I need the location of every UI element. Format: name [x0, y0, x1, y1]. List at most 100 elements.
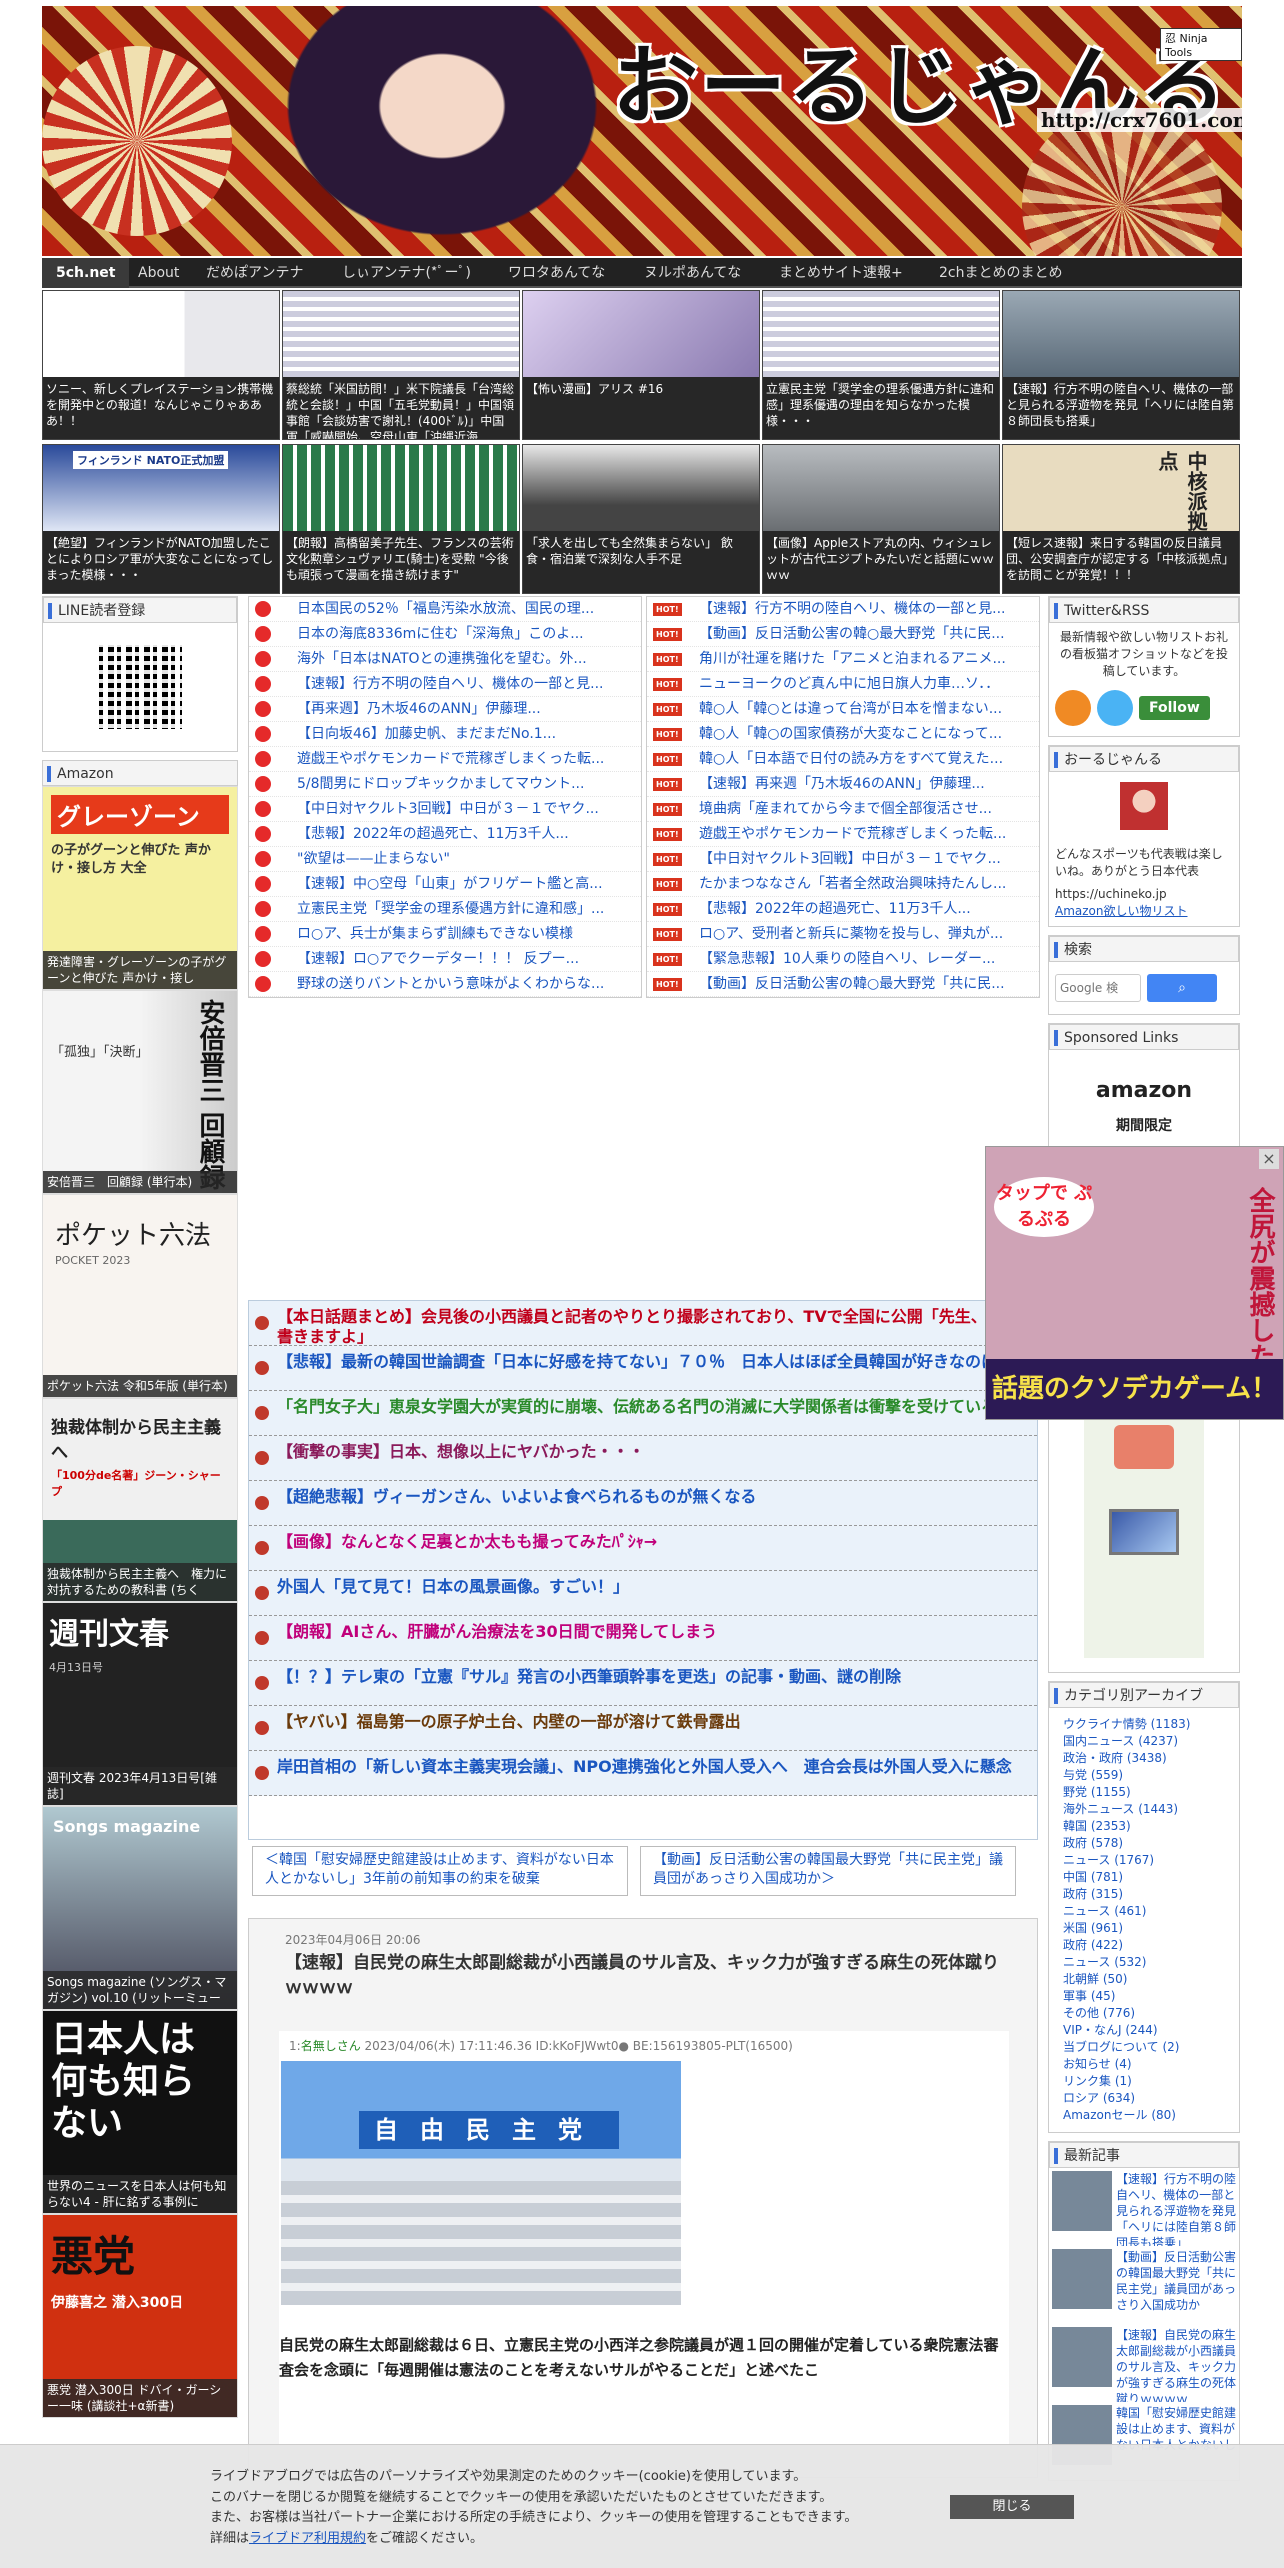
- wishlist-link[interactable]: Amazon欲しい物リスト: [1049, 903, 1239, 926]
- feature-tile[interactable]: 蔡総統「米国訪問！」米下院議長「台湾総統と会談！」中国「五毛党動員！」中国領事館…: [282, 290, 520, 440]
- category-link[interactable]: ニュース (532): [1049, 1954, 1239, 1971]
- feature-tile[interactable]: 「求人を出しても全然集まらない」 飲食・宿泊業で深刻な人手不足: [522, 444, 760, 594]
- amazon-book[interactable]: 悪党 伊藤喜之 潜入300日 悪党 潜入300日 ドバイ・ガーシー一味 (講談社+α…: [42, 2214, 238, 2418]
- antenna-link[interactable]: 野球の送りバントとかいう意味がよくわからな...: [249, 972, 641, 997]
- recent-article-title[interactable]: 【動画】反日活動公害の韓国最大野党「共に民主党」議員団があっさり入国成功か: [1116, 2249, 1236, 2321]
- category-link[interactable]: ロシア (634): [1049, 2090, 1239, 2107]
- headline-link[interactable]: 【衝撃の事実】日本、想像以上にヤバかった・・・: [249, 1436, 1037, 1481]
- category-link[interactable]: 韓国 (2353): [1049, 1818, 1239, 1835]
- feature-tile[interactable]: 中核派拠点 【短レス速報】来日する韓国の反日議員団、公安調査庁が認定する「中核派拠…: [1002, 444, 1240, 594]
- follow-button[interactable]: Follow: [1139, 696, 1210, 720]
- headline-link[interactable]: 【悲報】最新の韓国世論調査「日本に好感を持てない」７０％ 日本人はほぼ全員韓国が…: [249, 1346, 1037, 1391]
- nav-item[interactable]: しぃアンテナ(*ﾟーﾟ): [342, 258, 471, 288]
- antenna-link[interactable]: 【速報】行方不明の陸自ヘリ、機体の一部と見...: [647, 597, 1039, 622]
- about-url[interactable]: https://uchineko.jp: [1049, 886, 1239, 903]
- category-link[interactable]: ニュース (461): [1049, 1903, 1239, 1920]
- antenna-link[interactable]: 【中日対ヤクルト3回戦】中日が３－１でヤク...: [249, 797, 641, 822]
- antenna-link[interactable]: 【動画】反日活動公害の韓○最大野党「共に民...: [647, 972, 1039, 997]
- nav-item[interactable]: だめぽアンテナ: [206, 258, 303, 288]
- antenna-link[interactable]: 【中日対ヤクルト3回戦】中日が３－１でヤク...: [647, 847, 1039, 872]
- amazon-book[interactable]: 日本人は何も知らない 世界のニュースを日本人は何も知らない4 - 肝に銘ずる事例に: [42, 2010, 238, 2214]
- headline-link[interactable]: 【画像】なんとなく足裏とか太もも撮ってみたﾊﾟｼｬ→: [249, 1526, 1037, 1571]
- feature-tile[interactable]: フィンランド NATO正式加盟 【絶望】フィンランドがNATO加盟したことによりロ…: [42, 444, 280, 594]
- category-link[interactable]: ニュース (1767): [1049, 1852, 1239, 1869]
- headline-link[interactable]: 岸田首相の「新しい資本主義実現会議」、NPO連携強化と外国人受入へ 連合会長は外…: [249, 1751, 1037, 1796]
- amazon-book[interactable]: グレーゾーン の子がグーンと伸びた 声かけ・接し方 大全 発達障害・グレーゾーンの子…: [42, 786, 238, 990]
- antenna-link[interactable]: 【速報】行方不明の陸自ヘリ、機体の一部と見...: [249, 672, 641, 697]
- category-link[interactable]: その他 (776): [1049, 2005, 1239, 2022]
- nav-item[interactable]: ヌルポあんてな: [644, 258, 741, 288]
- amazon-book[interactable]: 独裁体制から民主主義へ 「100分de名著」ジーン・シャープ 独裁体制から民主主義へ…: [42, 1398, 238, 1602]
- antenna-link[interactable]: 日本の海底8336mに住む「深海魚」このよ...: [249, 622, 641, 647]
- category-link[interactable]: 海外ニュース (1443): [1049, 1801, 1239, 1818]
- rss-icon[interactable]: [1055, 690, 1091, 726]
- feature-tile[interactable]: 【朗報】高橋留美子先生、フランスの芸術文化勲章シュヴァリエ(騎士)を受勲 "今後…: [282, 444, 520, 594]
- recent-article-title[interactable]: 【速報】自民党の麻生太郎副総裁が小西議員のサル言及、キック力が強すぎる麻生の死体…: [1116, 2327, 1236, 2402]
- recent-article[interactable]: 【速報】自民党の麻生太郎副総裁が小西議員のサル言及、キック力が強すぎる麻生の死体…: [1049, 2324, 1239, 2402]
- cookie-close-button[interactable]: 閉じる: [950, 2495, 1074, 2519]
- antenna-link[interactable]: 遊戯王やポケモンカードで荒稼ぎしまくった転...: [647, 822, 1039, 847]
- antenna-link[interactable]: 【速報】ロ○アでクーデター！！！ 反プー...: [249, 947, 641, 972]
- prev-article-link[interactable]: ＜韓国「慰安婦歴史館建設は止めます、資料がない日本人とかないし」3年前の前知事の…: [252, 1846, 628, 1896]
- category-link[interactable]: 中国 (781): [1049, 1869, 1239, 1886]
- antenna-link[interactable]: ロ○ア、受刑者と新兵に薬物を投与し、弾丸が...: [647, 922, 1039, 947]
- antenna-link[interactable]: 【再来週】乃木坂46のANN」伊藤理...: [249, 697, 641, 722]
- antenna-link[interactable]: "欲望は——止まらない": [249, 847, 641, 872]
- category-link[interactable]: リンク集 (1): [1049, 2073, 1239, 2090]
- category-link[interactable]: 米国 (961): [1049, 1920, 1239, 1937]
- headline-link[interactable]: 【！？】テレ東の「立憲『サル』発言の小西筆頭幹事を更迭」の記事・動画、謎の削除: [249, 1661, 1037, 1706]
- headline-link[interactable]: 外国人「見て見て！日本の風景画像。すごい！」: [249, 1571, 1037, 1616]
- article-title[interactable]: 【速報】自民党の麻生太郎副総裁が小西議員のサル言及、キック力が強すぎる麻生の死体…: [285, 1951, 1005, 2001]
- amazon-book[interactable]: 安倍晋三 回顧録 「孤独」「決断」 安倍晋三 回顧録 (単行本): [42, 990, 238, 1194]
- category-link[interactable]: 与党 (559): [1049, 1767, 1239, 1784]
- game-ad-popup[interactable]: × タップで ぷるぷる 全尻が震撼した 話題のクソデカゲーム！: [985, 1146, 1284, 1420]
- line-qr-code[interactable]: [90, 637, 190, 737]
- antenna-link[interactable]: 海外「日本はNATOとの連携強化を望む。外...: [249, 647, 641, 672]
- antenna-link[interactable]: 【速報】再来週「乃木坂46のANN」伊藤理...: [647, 772, 1039, 797]
- antenna-link[interactable]: 韓○人「韓○とは違って台湾が日本を憎まない...: [647, 697, 1039, 722]
- antenna-link[interactable]: ロ○ア、兵士が集まらず訓練もできない模様: [249, 922, 641, 947]
- feature-tile[interactable]: ソニー、新しくプレイステーション携帯機を開発中との報道！なんじゃこりゃあああ！！: [42, 290, 280, 440]
- antenna-link[interactable]: 【動画】反日活動公害の韓○最大野党「共に民...: [647, 622, 1039, 647]
- headline-link[interactable]: 【超絶悲報】ヴィーガンさん、いよいよ食べられるものが無くなる: [249, 1481, 1037, 1526]
- antenna-link[interactable]: 5/8間男にドロップキックかましてマウント...: [249, 772, 641, 797]
- category-link[interactable]: 当ブログについて (2): [1049, 2039, 1239, 2056]
- antenna-link[interactable]: 【悲報】2022年の超過死亡、11万3千人...: [249, 822, 641, 847]
- category-link[interactable]: お知らせ (4): [1049, 2056, 1239, 2073]
- category-link[interactable]: VIP・なんJ (244): [1049, 2022, 1239, 2039]
- antenna-link[interactable]: 日本国民の52％「福島汚染水放流、国民の理...: [249, 597, 641, 622]
- recent-article-title[interactable]: 【速報】行方不明の陸自ヘリ、機体の一部と見られる浮遊物を発見「ヘリには陸自第８師…: [1116, 2171, 1236, 2246]
- category-link[interactable]: 国内ニュース (4237): [1049, 1733, 1239, 1750]
- recent-article[interactable]: 【速報】行方不明の陸自ヘリ、機体の一部と見られる浮遊物を発見「ヘリには陸自第８師…: [1049, 2168, 1239, 2246]
- headline-link[interactable]: 【ヤバい】福島第一の原子炉土台、内壁の一部が溶けて鉄骨露出: [249, 1706, 1037, 1751]
- search-input[interactable]: [1055, 974, 1141, 1002]
- headline-link[interactable]: 【朗報】AIさん、肝臓がん治療法を30日間で開発してしまう: [249, 1616, 1037, 1661]
- nav-item[interactable]: まとめサイト速報+: [779, 258, 903, 288]
- amazon-book[interactable]: Songs magazine Songs magazine (ソングス・マガジン)…: [42, 1806, 238, 2010]
- category-link[interactable]: 野党 (1155): [1049, 1784, 1239, 1801]
- headline-link[interactable]: 【本日話題まとめ】会見後の小西議員と記者のやりとり撮影されており、TVで全国に公…: [249, 1301, 1037, 1346]
- close-icon[interactable]: ×: [1259, 1149, 1279, 1169]
- antenna-link[interactable]: 韓○人「韓○の国家債務が大変なことになって...: [647, 722, 1039, 747]
- antenna-link[interactable]: 立憲民主党「奨学金の理系優遇方針に違和感」...: [249, 897, 641, 922]
- next-article-link[interactable]: 【動画】反日活動公害の韓国最大野党「共に民主党」議員団があっさり入国成功か＞: [640, 1846, 1016, 1896]
- feature-tile[interactable]: 【画像】Appleストア丸の内、ウィシュレットが古代エジプトみたいだと話題にｗｗ…: [762, 444, 1000, 594]
- site-header[interactable]: おーるじゃんる http://crx7601.com 忍 Ninja Tools: [42, 6, 1242, 256]
- twitter-bird-icon[interactable]: [1097, 690, 1133, 726]
- antenna-link[interactable]: 【悲報】2022年の超過死亡、11万3千人...: [647, 897, 1039, 922]
- antenna-link[interactable]: 【緊急悲報】10人乗りの陸自ヘリ、レーダー...: [647, 947, 1039, 972]
- antenna-link[interactable]: 角川が社運を賭けた「アニメと泊まれるアニメ...: [647, 647, 1039, 672]
- recent-article[interactable]: 【動画】反日活動公害の韓国最大野党「共に民主党」議員団があっさり入国成功か: [1049, 2246, 1239, 2324]
- category-link[interactable]: 政府 (422): [1049, 1937, 1239, 1954]
- feature-tile[interactable]: 【速報】行方不明の陸自ヘリ、機体の一部と見られる浮遊物を発見「ヘリには陸自第８師…: [1002, 290, 1240, 440]
- category-link[interactable]: 政府 (578): [1049, 1835, 1239, 1852]
- antenna-link[interactable]: 境曲病「産まれてから今まで個全部復活させ...: [647, 797, 1039, 822]
- headline-link[interactable]: 「名門女子大」恵泉女学園大が実質的に崩壊、伝統ある名門の消滅に大学関係者は衝撃を…: [249, 1391, 1037, 1436]
- antenna-link[interactable]: たかまつななさん「若者全然政治興味持たんし...: [647, 872, 1039, 897]
- category-link[interactable]: 北朝鮮 (50): [1049, 1971, 1239, 1988]
- nav-item[interactable]: 5ch.net: [42, 258, 130, 288]
- nav-item[interactable]: About: [138, 258, 179, 288]
- ninja-tools-badge[interactable]: 忍 Ninja Tools: [1160, 28, 1242, 61]
- category-link[interactable]: 政治・政府 (3438): [1049, 1750, 1239, 1767]
- category-link[interactable]: 軍事 (45): [1049, 1988, 1239, 2005]
